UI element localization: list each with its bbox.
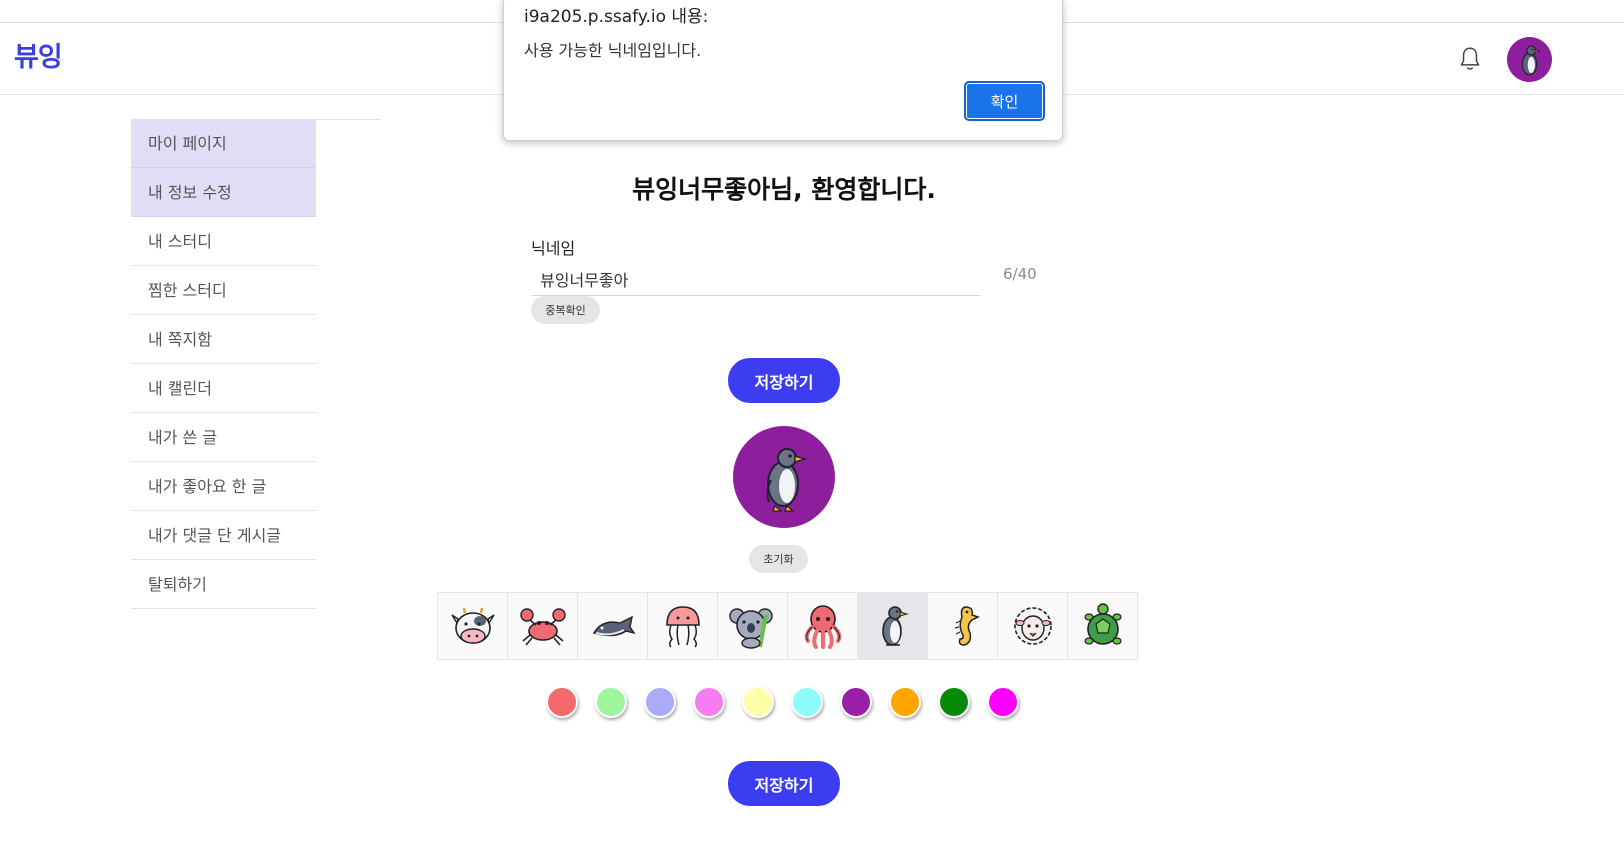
dialog-message: 사용 가능한 닉네임입니다. (524, 41, 702, 60)
logo[interactable]: 뷰잉 (14, 35, 63, 74)
alert-dialog: i9a205.p.ssafy.io 내용: 사용 가능한 닉네임입니다. 확인 (503, 0, 1063, 141)
animal-option-seahorse[interactable] (928, 593, 998, 659)
animal-picker (437, 592, 1138, 660)
sidebar-item-my-study[interactable]: 내 스터디 (131, 217, 316, 266)
duplicate-check-button[interactable]: 중복확인 (531, 296, 600, 324)
sidebar-divider (316, 119, 381, 120)
sidebar-item-messages[interactable]: 내 쪽지함 (131, 315, 316, 364)
color-swatch-light-green[interactable] (595, 686, 627, 718)
save-avatar-button[interactable]: 저장하기 (728, 761, 840, 806)
dialog-title: i9a205.p.ssafy.io 내용: (524, 7, 709, 27)
penguin-avatar-icon (766, 448, 808, 512)
octopus-icon (804, 605, 841, 649)
nickname-label: 닉네임 (531, 239, 576, 258)
sidebar-item-liked-study[interactable]: 찜한 스터디 (131, 266, 316, 315)
sidebar-item-commented-posts[interactable]: 내가 댓글 단 게시글 (131, 511, 316, 560)
crab-icon (519, 608, 566, 646)
sidebar-item-liked-posts[interactable]: 내가 좋아요 한 글 (131, 462, 316, 511)
color-swatch-pink[interactable] (693, 686, 725, 718)
color-swatch-purple[interactable] (840, 686, 872, 718)
whale-icon (592, 615, 636, 637)
animal-option-crab[interactable] (508, 593, 578, 659)
color-swatch-light-cyan[interactable] (791, 686, 823, 718)
sidebar-item-my-posts[interactable]: 내가 쓴 글 (131, 413, 316, 462)
color-swatch-orange[interactable] (889, 686, 921, 718)
animal-option-penguin[interactable] (858, 593, 928, 659)
dialog-ok-button[interactable]: 확인 (964, 81, 1045, 121)
sidebar-item-withdraw[interactable]: 탈퇴하기 (131, 560, 316, 609)
animal-option-koala[interactable] (718, 593, 788, 659)
reset-avatar-button[interactable]: 초기화 (749, 545, 808, 573)
nickname-char-count: 6/40 (1003, 265, 1037, 283)
animal-option-turtle[interactable] (1068, 593, 1138, 659)
bell-icon[interactable] (1457, 45, 1483, 73)
animal-option-octopus[interactable] (788, 593, 858, 659)
animal-option-jellyfish[interactable] (648, 593, 718, 659)
animal-option-whale[interactable] (578, 593, 648, 659)
sheep-icon (1013, 607, 1052, 645)
nickname-input[interactable] (531, 262, 981, 296)
animal-option-sheep[interactable] (998, 593, 1068, 659)
sidebar-item-calendar[interactable]: 내 캘린더 (131, 364, 316, 413)
color-swatch-lavender[interactable] (644, 686, 676, 718)
page-title: 뷰잉너무좋아님, 환영합니다. (632, 175, 936, 204)
turtle-icon (1083, 603, 1122, 645)
koala-icon (728, 608, 773, 649)
color-swatch-light-yellow[interactable] (742, 686, 774, 718)
sidebar-item-mypage[interactable]: 마이 페이지 (131, 119, 316, 168)
profile-avatar[interactable] (1507, 37, 1552, 82)
color-picker (546, 686, 1019, 718)
animal-option-cow[interactable] (438, 593, 508, 659)
color-swatch-red[interactable] (546, 686, 578, 718)
color-swatch-magenta[interactable] (987, 686, 1019, 718)
color-swatch-green[interactable] (938, 686, 970, 718)
seahorse-icon (954, 606, 980, 646)
cow-icon (450, 607, 495, 644)
penguin-icon (881, 606, 909, 646)
jellyfish-icon (665, 606, 700, 648)
save-nickname-button[interactable]: 저장하기 (728, 358, 840, 403)
profile-avatar-preview (733, 426, 835, 528)
